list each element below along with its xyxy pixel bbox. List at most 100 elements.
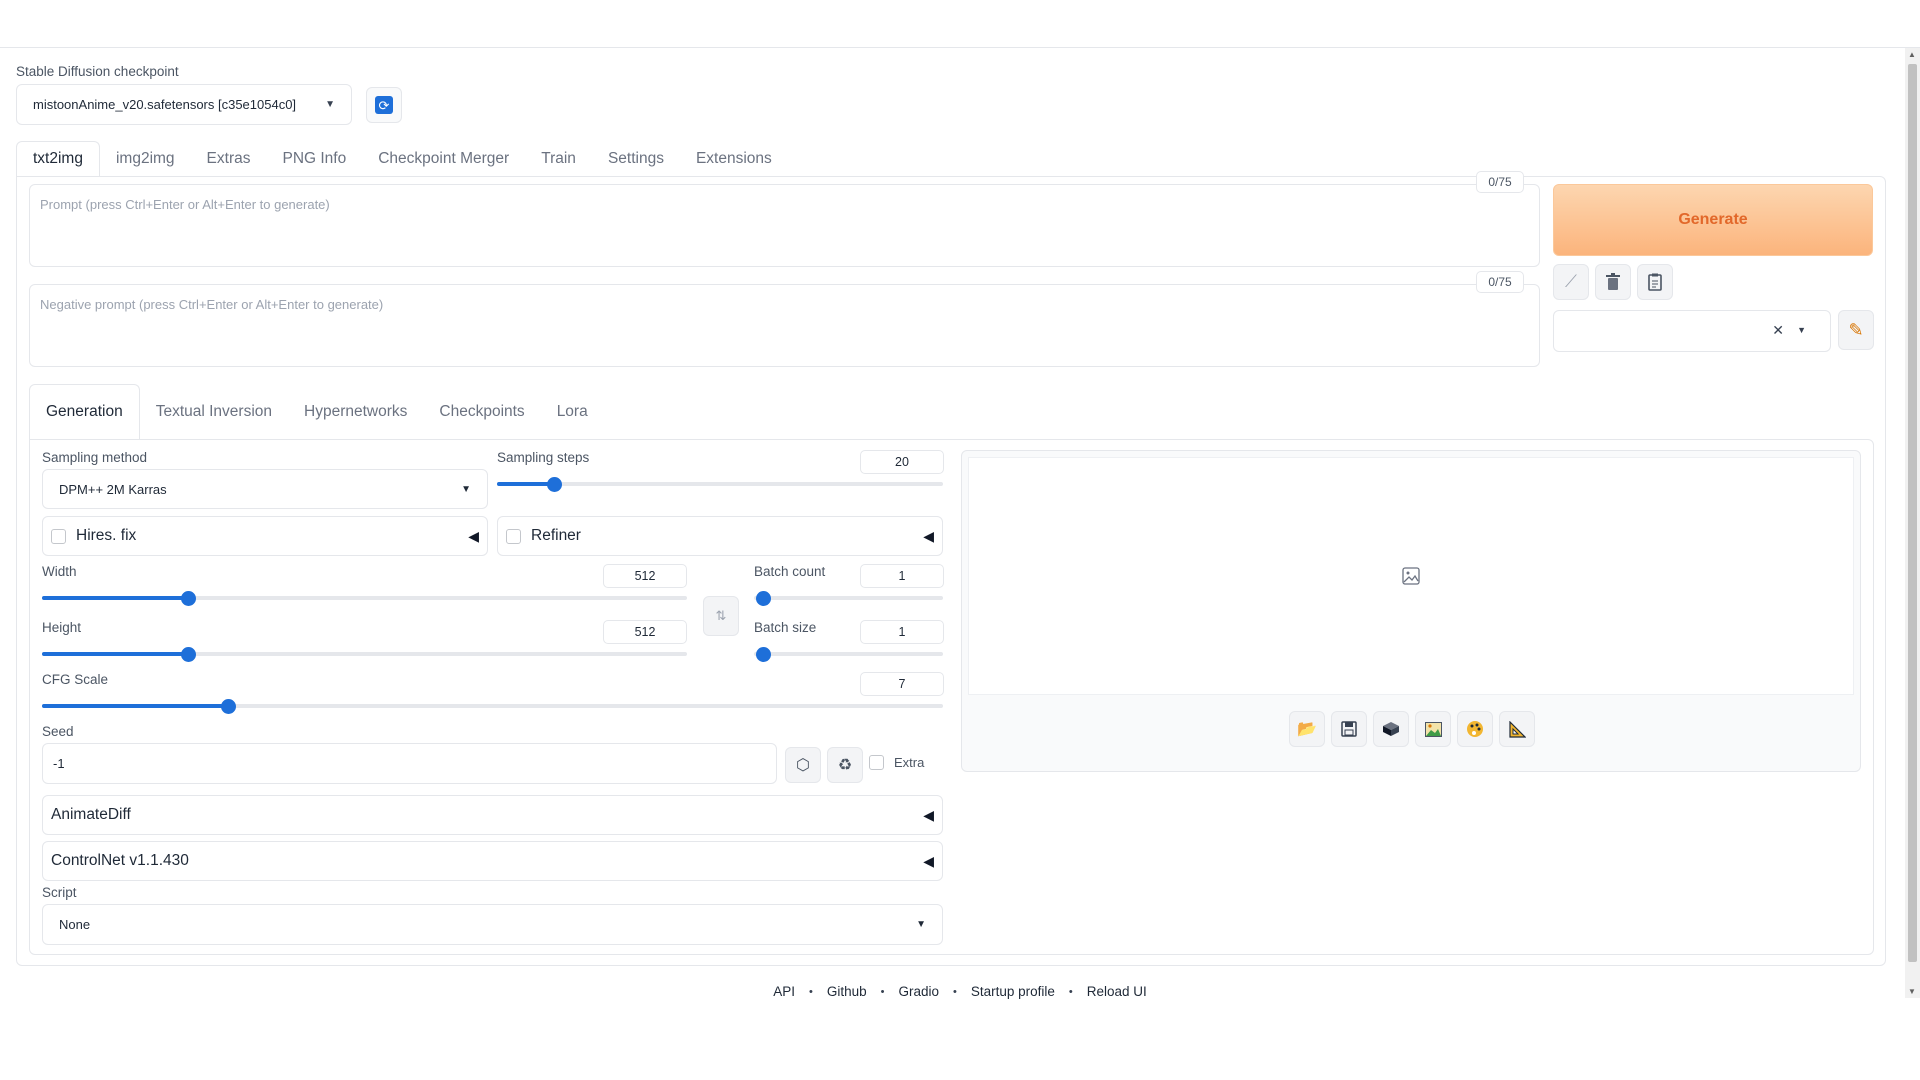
clipboard-icon bbox=[1648, 273, 1662, 291]
tab-train[interactable]: Train bbox=[525, 141, 592, 177]
sampling-steps-slider[interactable] bbox=[497, 476, 943, 492]
slider-track bbox=[754, 652, 943, 656]
clear-prompt-button[interactable] bbox=[1595, 264, 1631, 300]
sampling-method-label: Sampling method bbox=[42, 450, 148, 465]
collapse-arrow-icon[interactable]: ◀ bbox=[923, 853, 934, 870]
cfg-scale-input[interactable]: 7 bbox=[860, 672, 944, 696]
chevron-down-icon: ▼ bbox=[461, 483, 471, 495]
tab-lora[interactable]: Lora bbox=[541, 384, 604, 440]
checkpoint-select[interactable]: mistoonAnime_v20.safetensors [c35e1054c0… bbox=[16, 84, 352, 125]
paste-style-button[interactable] bbox=[1637, 264, 1673, 300]
controlnet-accordion[interactable]: ControlNet v1.1.430 ◀ bbox=[42, 841, 943, 881]
cfg-scale-label: CFG Scale bbox=[42, 672, 109, 687]
read-generation-params-button[interactable]: ⟋ bbox=[1553, 264, 1589, 300]
slider-thumb[interactable] bbox=[756, 647, 771, 662]
pencil-icon: ⟋ bbox=[1565, 272, 1577, 291]
chevron-down-icon: ▼ bbox=[1797, 325, 1806, 335]
batch-size-input[interactable]: 1 bbox=[860, 620, 944, 644]
footer-link-gradio[interactable]: Gradio bbox=[898, 984, 939, 999]
refresh-icon: ⟳ bbox=[375, 96, 393, 114]
ruler-icon bbox=[1508, 720, 1526, 738]
send-to-inpaint-button[interactable] bbox=[1457, 711, 1493, 747]
open-folder-button[interactable]: 📂 bbox=[1289, 711, 1325, 747]
scrollbar-thumb[interactable] bbox=[1908, 64, 1917, 962]
slider-thumb[interactable] bbox=[180, 647, 196, 662]
tab-extensions[interactable]: Extensions bbox=[680, 141, 788, 177]
zip-icon bbox=[1383, 722, 1399, 736]
collapse-arrow-icon[interactable]: ◀ bbox=[468, 528, 479, 545]
send-to-img2img-button[interactable] bbox=[1415, 711, 1451, 747]
refiner-checkbox[interactable] bbox=[506, 528, 521, 544]
tab-settings[interactable]: Settings bbox=[592, 141, 680, 177]
folder-icon: 📂 bbox=[1297, 721, 1317, 738]
footer-link-api[interactable]: API bbox=[773, 984, 795, 999]
prompt-textarea[interactable]: Prompt (press Ctrl+Enter or Alt+Enter to… bbox=[29, 184, 1540, 267]
image-icon bbox=[1424, 721, 1442, 737]
slider-track bbox=[754, 596, 943, 600]
separator-dot: • bbox=[880, 985, 885, 998]
extra-checkbox[interactable] bbox=[869, 755, 884, 770]
tab-extras[interactable]: Extras bbox=[191, 141, 267, 177]
hires-fix-accordion[interactable]: Hires. fix ◀ bbox=[42, 516, 488, 556]
random-seed-button[interactable]: ⬡ bbox=[785, 747, 821, 783]
seed-input[interactable]: -1 bbox=[42, 743, 777, 784]
tab-generation[interactable]: Generation bbox=[29, 384, 140, 440]
height-input[interactable]: 512 bbox=[603, 620, 687, 644]
page-scrollbar[interactable]: ▲ ▼ bbox=[1905, 48, 1920, 998]
collapse-arrow-icon[interactable]: ◀ bbox=[923, 807, 934, 824]
slider-thumb[interactable] bbox=[221, 699, 237, 714]
hires-fix-label: Hires. fix bbox=[76, 527, 137, 544]
collapse-arrow-icon[interactable]: ◀ bbox=[923, 528, 934, 545]
output-image-area[interactable] bbox=[968, 457, 1854, 695]
batch-count-label: Batch count bbox=[754, 564, 826, 579]
reuse-seed-button[interactable]: ♻ bbox=[827, 747, 863, 783]
width-slider[interactable] bbox=[42, 590, 687, 606]
refresh-checkpoint-button[interactable]: ⟳ bbox=[366, 87, 402, 123]
clear-icon[interactable]: ✕ bbox=[1772, 322, 1784, 339]
script-select[interactable]: None ▼ bbox=[42, 904, 943, 945]
save-button[interactable] bbox=[1331, 711, 1367, 747]
edit-style-icon: ✎ bbox=[1848, 319, 1864, 340]
tab-checkpoint-merger[interactable]: Checkpoint Merger bbox=[362, 141, 525, 177]
generate-button[interactable]: Generate bbox=[1553, 184, 1873, 256]
scroll-up-icon[interactable]: ▲ bbox=[1908, 50, 1916, 59]
slider-thumb[interactable] bbox=[756, 591, 771, 606]
sampling-steps-input[interactable]: 20 bbox=[860, 450, 944, 474]
hires-fix-checkbox[interactable] bbox=[51, 528, 66, 544]
scroll-down-icon[interactable]: ▼ bbox=[1908, 987, 1916, 996]
slider-thumb[interactable] bbox=[180, 591, 196, 606]
batch-count-slider[interactable] bbox=[754, 590, 943, 606]
tab-textual-inversion[interactable]: Textual Inversion bbox=[140, 384, 288, 440]
tab-hypernetworks[interactable]: Hypernetworks bbox=[288, 384, 423, 440]
slider-thumb[interactable] bbox=[546, 477, 562, 492]
width-input[interactable]: 512 bbox=[603, 564, 687, 588]
tab-txt2img[interactable]: txt2img bbox=[16, 141, 100, 177]
footer-link-startup-profile[interactable]: Startup profile bbox=[971, 984, 1055, 999]
styles-select[interactable]: ✕ ▼ bbox=[1553, 310, 1831, 352]
prompt-placeholder: Prompt (press Ctrl+Enter or Alt+Enter to… bbox=[40, 197, 330, 212]
batch-size-slider[interactable] bbox=[754, 646, 943, 662]
send-to-extras-button[interactable] bbox=[1499, 711, 1535, 747]
slider-fill bbox=[497, 482, 554, 486]
edit-styles-button[interactable]: ✎ bbox=[1838, 310, 1874, 350]
height-slider[interactable] bbox=[42, 646, 687, 662]
footer-link-github[interactable]: Github bbox=[827, 984, 867, 999]
recycle-icon: ♻ bbox=[837, 757, 853, 774]
checkpoint-label: Stable Diffusion checkpoint bbox=[16, 64, 179, 79]
zip-button[interactable] bbox=[1373, 711, 1409, 747]
refiner-accordion[interactable]: Refiner ◀ bbox=[497, 516, 943, 556]
negative-prompt-placeholder: Negative prompt (press Ctrl+Enter or Alt… bbox=[40, 297, 384, 312]
swap-dimensions-button[interactable]: ⇅ bbox=[703, 596, 739, 636]
negative-prompt-textarea[interactable]: Negative prompt (press Ctrl+Enter or Alt… bbox=[29, 284, 1540, 367]
extra-seed-option[interactable]: Extra bbox=[869, 755, 924, 770]
footer-link-reload-ui[interactable]: Reload UI bbox=[1087, 984, 1147, 999]
slider-fill bbox=[42, 652, 188, 656]
tab-png-info[interactable]: PNG Info bbox=[266, 141, 362, 177]
tab-img2img[interactable]: img2img bbox=[100, 141, 191, 177]
cfg-scale-slider[interactable] bbox=[42, 698, 943, 714]
top-bar bbox=[0, 0, 1920, 48]
animatediff-accordion[interactable]: AnimateDiff ◀ bbox=[42, 795, 943, 835]
sampling-method-select[interactable]: DPM++ 2M Karras ▼ bbox=[42, 469, 488, 509]
tab-checkpoints[interactable]: Checkpoints bbox=[423, 384, 540, 440]
batch-count-input[interactable]: 1 bbox=[860, 564, 944, 588]
